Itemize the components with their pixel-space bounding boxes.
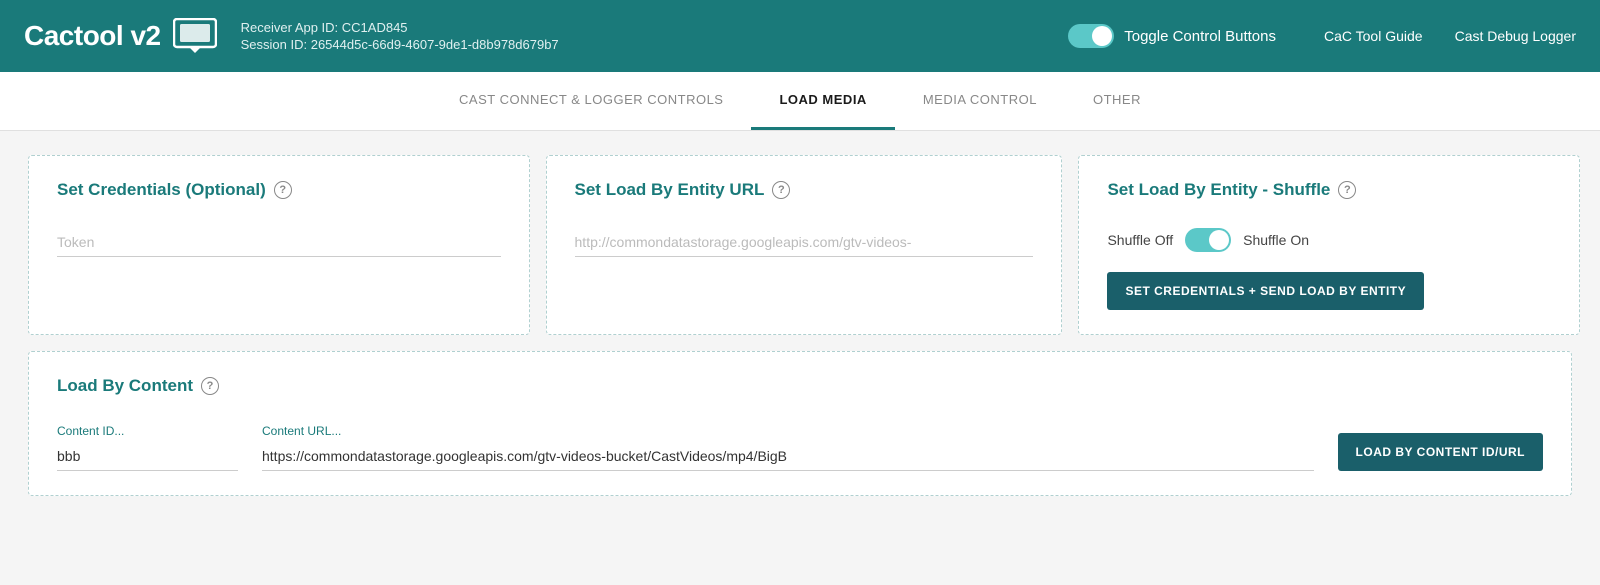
content-url-field: Content URL... bbox=[262, 424, 1314, 471]
credentials-card-title: Set Credentials (Optional) ? bbox=[57, 180, 501, 200]
shuffle-help-icon[interactable]: ? bbox=[1338, 181, 1356, 199]
toggle-control-buttons[interactable] bbox=[1068, 24, 1114, 48]
load-content-bottom: Content ID... Content URL... LOAD BY CON… bbox=[57, 424, 1543, 471]
main-content: Set Credentials (Optional) ? Set Load By… bbox=[0, 131, 1600, 520]
shuffle-toggle[interactable] bbox=[1185, 228, 1231, 252]
content-url-input[interactable] bbox=[262, 442, 1314, 471]
entity-url-title-text: Set Load By Entity URL bbox=[575, 180, 765, 200]
tab-load-media[interactable]: LOAD MEDIA bbox=[751, 72, 894, 130]
shuffle-card: Set Load By Entity - Shuffle ? Shuffle O… bbox=[1078, 155, 1580, 335]
content-id-field: Content ID... bbox=[57, 424, 238, 471]
cast-debug-logger-link[interactable]: Cast Debug Logger bbox=[1455, 28, 1576, 44]
tab-other[interactable]: OTHER bbox=[1065, 72, 1169, 130]
logo-name: Cactool bbox=[24, 20, 123, 51]
token-input[interactable] bbox=[57, 228, 501, 257]
header-nav: CaC Tool Guide Cast Debug Logger bbox=[1324, 28, 1576, 44]
entity-url-card-title: Set Load By Entity URL ? bbox=[575, 180, 1034, 200]
toggle-control-label: Toggle Control Buttons bbox=[1124, 28, 1276, 45]
top-cards-row: Set Credentials (Optional) ? Set Load By… bbox=[28, 155, 1572, 335]
load-content-help-icon[interactable]: ? bbox=[201, 377, 219, 395]
logo-section: Cactool v2 bbox=[24, 18, 217, 54]
content-id-label: Content ID... bbox=[57, 424, 238, 438]
content-id-input[interactable] bbox=[57, 442, 238, 471]
tab-media-control[interactable]: MEDIA CONTROL bbox=[895, 72, 1065, 130]
credentials-title-text: Set Credentials (Optional) bbox=[57, 180, 266, 200]
logo-text: Cactool v2 bbox=[24, 20, 161, 52]
load-content-title-text: Load By Content bbox=[57, 376, 193, 396]
credentials-help-icon[interactable]: ? bbox=[274, 181, 292, 199]
shuffle-toggle-row: Shuffle Off Shuffle On bbox=[1107, 228, 1551, 252]
shuffle-on-label: Shuffle On bbox=[1243, 232, 1309, 248]
credentials-card: Set Credentials (Optional) ? bbox=[28, 155, 530, 335]
tab-cast-connect[interactable]: CAST CONNECT & LOGGER CONTROLS bbox=[431, 72, 751, 130]
shuffle-card-title: Set Load By Entity - Shuffle ? bbox=[1107, 180, 1551, 200]
load-content-button[interactable]: LOAD BY CONTENT ID/URL bbox=[1338, 433, 1543, 471]
cac-tool-guide-link[interactable]: CaC Tool Guide bbox=[1324, 28, 1423, 44]
entity-url-card: Set Load By Entity URL ? bbox=[546, 155, 1063, 335]
entity-url-help-icon[interactable]: ? bbox=[772, 181, 790, 199]
entity-url-input[interactable] bbox=[575, 228, 1034, 257]
receiver-app-id: Receiver App ID: CC1AD845 bbox=[241, 20, 1069, 35]
shuffle-off-label: Shuffle Off bbox=[1107, 232, 1173, 248]
toggle-section: Toggle Control Buttons bbox=[1068, 24, 1276, 48]
load-content-card: Load By Content ? Content ID... Content … bbox=[28, 351, 1572, 496]
content-url-label: Content URL... bbox=[262, 424, 1314, 438]
cast-icon bbox=[173, 18, 217, 54]
app-header: Cactool v2 Receiver App ID: CC1AD845 Ses… bbox=[0, 0, 1600, 72]
load-content-title: Load By Content ? bbox=[57, 376, 1543, 396]
session-id: Session ID: 26544d5c-66d9-4607-9de1-d8b9… bbox=[241, 37, 1069, 52]
logo-version: v2 bbox=[123, 20, 160, 51]
shuffle-title-text: Set Load By Entity - Shuffle bbox=[1107, 180, 1330, 200]
set-credentials-send-load-button[interactable]: SET CREDENTIALS + SEND LOAD BY ENTITY bbox=[1107, 272, 1424, 310]
header-info: Receiver App ID: CC1AD845 Session ID: 26… bbox=[241, 20, 1069, 52]
tab-bar: CAST CONNECT & LOGGER CONTROLS LOAD MEDI… bbox=[0, 72, 1600, 131]
